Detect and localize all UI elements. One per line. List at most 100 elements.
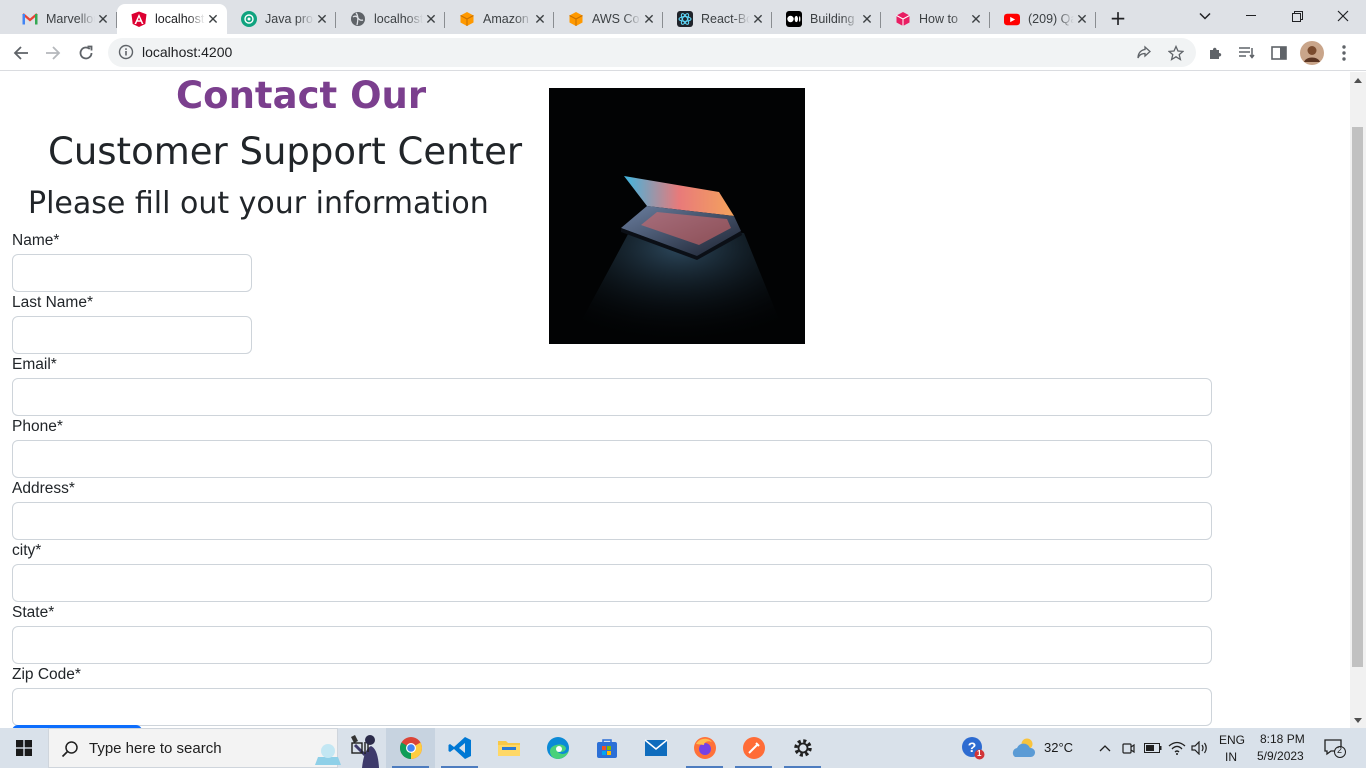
close-tab-icon[interactable]: ✕: [1074, 11, 1090, 27]
chrome-menu-icon[interactable]: [1330, 39, 1358, 67]
search-icon: [61, 740, 79, 762]
minimize-window-icon[interactable]: [1228, 0, 1274, 32]
last-name-input[interactable]: [12, 316, 252, 354]
close-tab-icon[interactable]: ✕: [205, 11, 221, 27]
scroll-down-arrow-icon[interactable]: [1350, 713, 1366, 727]
forward-arrow-icon[interactable]: [39, 39, 67, 67]
browser-tab-strip: Marvellous ✕ localhost ✕ Java program ✕ …: [0, 0, 1366, 34]
address-label: Address*: [12, 480, 75, 497]
clock-time[interactable]: 8:18 PM: [1260, 732, 1305, 746]
language-indicator-eng[interactable]: ENG: [1219, 733, 1245, 747]
new-tab-button[interactable]: +: [1100, 2, 1136, 34]
city-input[interactable]: [12, 564, 1212, 602]
reading-list-icon[interactable]: [1233, 39, 1261, 67]
scrollbar-thumb[interactable]: [1352, 127, 1363, 667]
show-hidden-icons-chevron-icon[interactable]: [1094, 728, 1116, 768]
angular-icon: [131, 11, 147, 27]
state-label: State*: [12, 604, 55, 621]
side-panel-icon[interactable]: [1265, 39, 1293, 67]
tab-aws-console[interactable]: AWS Console ✕: [554, 4, 663, 34]
tab-localhost[interactable]: localhost ✕: [336, 4, 445, 34]
clock-date[interactable]: 5/9/2023: [1257, 749, 1304, 763]
close-tab-icon[interactable]: ✕: [423, 11, 439, 27]
tab-title: (209) Qa: [1028, 12, 1074, 26]
laptop-photo: [549, 88, 805, 344]
volume-speaker-icon[interactable]: [1189, 728, 1211, 768]
tab-java-program[interactable]: Java program ✕: [227, 4, 336, 34]
extensions-puzzle-icon[interactable]: [1202, 39, 1230, 67]
notification-count: 2: [1337, 745, 1343, 755]
taskbar-ms-store-icon[interactable]: [582, 728, 631, 768]
zip-code-input[interactable]: [12, 688, 1212, 726]
close-tab-icon[interactable]: ✕: [314, 11, 330, 27]
city-label: city*: [12, 542, 42, 559]
phone-input[interactable]: [12, 440, 1212, 478]
address-bar[interactable]: localhost:4200: [108, 38, 1196, 67]
close-tab-icon[interactable]: ✕: [641, 11, 657, 27]
bookmark-star-icon[interactable]: [1162, 39, 1190, 67]
back-arrow-icon[interactable]: [7, 39, 35, 67]
last-name-label: Last Name*: [12, 294, 93, 311]
close-window-icon[interactable]: [1320, 0, 1366, 32]
site-info-icon[interactable]: [118, 44, 134, 60]
tab-title: Marvellous: [46, 12, 95, 26]
page-scrollbar[interactable]: [1350, 72, 1366, 728]
meet-now-camera-icon[interactable]: [1118, 728, 1138, 768]
state-input[interactable]: [12, 626, 1212, 664]
name-input[interactable]: [12, 254, 252, 292]
notification-center-icon[interactable]: 2: [1318, 728, 1352, 768]
taskbar-settings-icon[interactable]: [778, 728, 827, 768]
tab-search-dropdown-icon[interactable]: [1182, 0, 1228, 32]
tab-title: Java program: [265, 12, 314, 26]
weather-cloud-sun-icon[interactable]: [1010, 728, 1040, 768]
taskbar-postman-icon[interactable]: [729, 728, 778, 768]
weather-temperature[interactable]: 32°C: [1044, 740, 1073, 755]
cube-pink-icon: [895, 11, 911, 27]
taskbar-firefox-icon[interactable]: [680, 728, 729, 768]
share-icon[interactable]: [1130, 39, 1158, 67]
react-bootstrap-icon: [677, 11, 693, 27]
close-tab-icon[interactable]: ✕: [750, 11, 766, 27]
task-view-icon[interactable]: [340, 728, 380, 768]
wifi-icon[interactable]: [1166, 728, 1188, 768]
tab-how-to[interactable]: How to ✕: [881, 4, 990, 34]
phone-label: Phone*: [12, 418, 63, 435]
tab-title: localhost: [374, 12, 423, 26]
browser-toolbar: localhost:4200: [0, 34, 1366, 71]
name-label: Name*: [12, 232, 60, 249]
taskbar-edge-icon[interactable]: [533, 728, 582, 768]
restore-window-icon[interactable]: [1274, 0, 1320, 32]
tab-title: localhost: [155, 12, 205, 26]
close-tab-icon[interactable]: ✕: [859, 11, 875, 27]
aws-cube-icon: [568, 11, 584, 27]
tab-react-bootstrap[interactable]: React-Bootstrap ✕: [663, 4, 772, 34]
tab-title: AWS Console: [592, 12, 641, 26]
close-tab-icon[interactable]: ✕: [95, 11, 111, 27]
battery-icon[interactable]: [1142, 728, 1164, 768]
tab-localhost-active[interactable]: localhost ✕: [117, 4, 227, 34]
tab-title: How to: [919, 12, 958, 26]
tab-medium-building[interactable]: Building ✕: [772, 4, 881, 34]
taskbar-vscode-icon[interactable]: [435, 728, 484, 768]
help-badge-count: 1: [977, 749, 982, 758]
chatgpt-icon: [241, 11, 257, 27]
search-placeholder: Type here to search: [89, 740, 222, 757]
close-tab-icon[interactable]: ✕: [968, 11, 984, 27]
tab-youtube[interactable]: (209) Qa ✕: [990, 4, 1096, 34]
scroll-up-arrow-icon[interactable]: [1350, 73, 1366, 87]
reload-icon[interactable]: [72, 39, 100, 67]
taskbar-search-box[interactable]: Type here to search: [48, 728, 379, 768]
help-icon[interactable]: ? 1: [956, 728, 990, 768]
close-tab-icon[interactable]: ✕: [532, 11, 548, 27]
url-text: localhost:4200: [142, 44, 233, 60]
windows-start-icon[interactable]: [0, 728, 48, 768]
taskbar-file-explorer-icon[interactable]: [484, 728, 533, 768]
email-input[interactable]: [12, 378, 1212, 416]
taskbar-chrome-icon[interactable]: [386, 728, 435, 768]
address-input[interactable]: [12, 502, 1212, 540]
language-indicator-region[interactable]: IN: [1225, 750, 1237, 764]
tab-amazon[interactable]: Amazon ✕: [445, 4, 554, 34]
taskbar-mail-icon[interactable]: [631, 728, 680, 768]
profile-avatar[interactable]: [1298, 39, 1326, 67]
tab-gmail[interactable]: Marvellous ✕: [8, 4, 117, 34]
